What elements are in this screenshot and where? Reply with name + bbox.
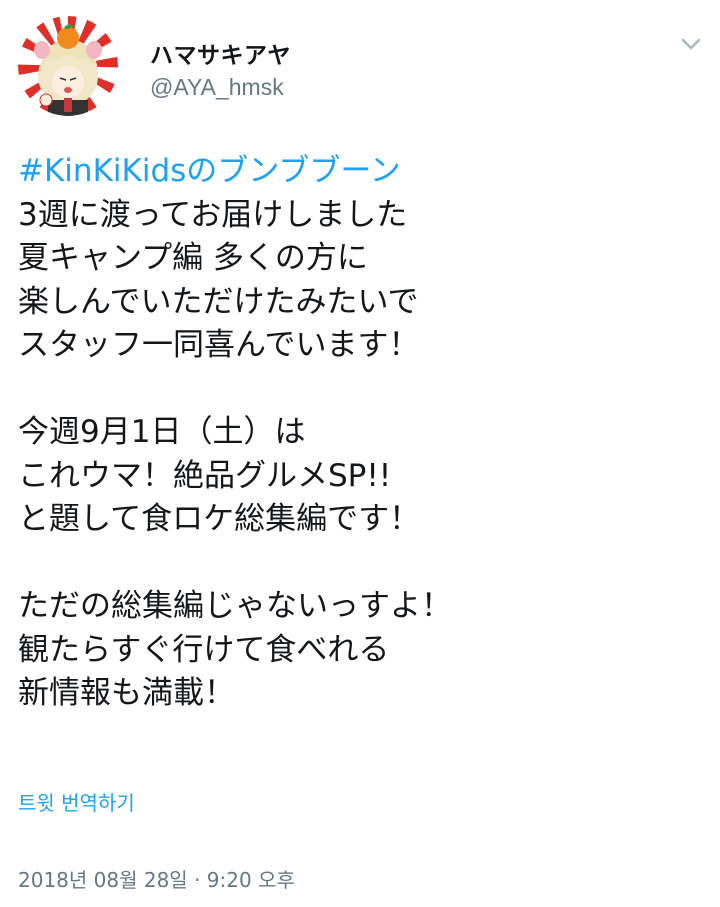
hashtag-link[interactable]: #KinKiKidsのブンブブーン xyxy=(18,153,401,189)
avatar[interactable] xyxy=(18,16,118,116)
tweet-line: と題して食ロケ総集編です！ xyxy=(18,501,421,537)
tweet-line: これウマ！絶品グルメSP!! xyxy=(18,457,392,494)
chevron-down-icon[interactable] xyxy=(674,30,708,58)
tweet-line: 今週9月1日（土）は xyxy=(18,414,306,450)
tweet-line: 夏キャンプ編 多くの方に xyxy=(18,240,368,276)
tweet-header: ハマサキアヤ @AYA_hmsk xyxy=(0,0,720,125)
tweet-timestamp[interactable]: 2018년 08월 28일 · 9:20 오후 xyxy=(18,864,295,893)
tweet-line: 楽しんでいただけたみたいで xyxy=(18,283,419,320)
translate-tweet-link[interactable]: 트윗 번역하기 xyxy=(18,787,135,816)
avatar-image xyxy=(18,16,118,116)
tweet-text: #KinKiKidsのブンブブーン 3週に渡ってお届けしました 夏キャンプ編 多… xyxy=(18,150,708,716)
tweet-line: 3週に渡ってお届けしました xyxy=(18,196,408,233)
tweet-line: 観たらすぐ行けて食べれる xyxy=(18,631,390,668)
tweet-line: スタッフ一同喜んでいます！ xyxy=(18,327,420,363)
tweet-line: ただの総集編じゃないっすよ！ xyxy=(18,588,452,624)
tweet-line: 新情報も満載！ xyxy=(18,675,235,711)
user-handle[interactable]: @AYA_hmsk xyxy=(150,74,284,101)
display-name[interactable]: ハマサキアヤ xyxy=(150,36,291,70)
